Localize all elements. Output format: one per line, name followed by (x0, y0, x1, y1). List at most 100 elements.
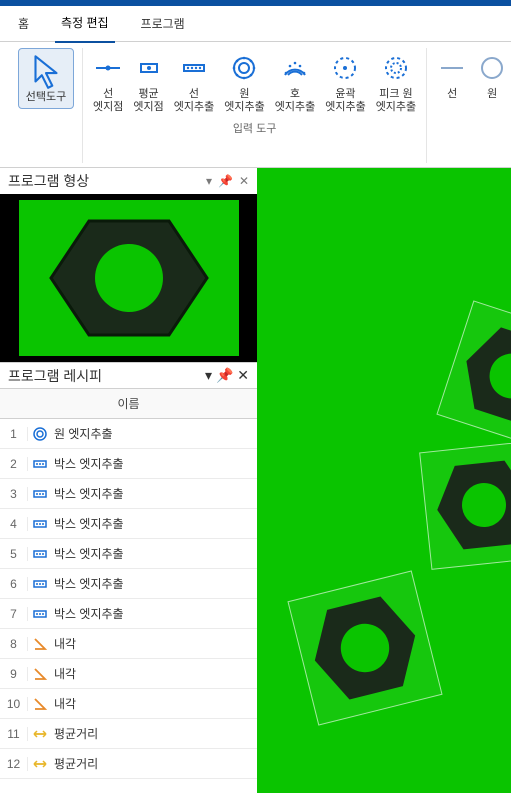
recipe-row-label: 내각 (52, 635, 76, 652)
recipe-row-label: 내각 (52, 695, 76, 712)
ribbon: 선택도구 선 엣지점 평균 엣지점 선 엣지추출 원 엣지추출 (0, 42, 511, 168)
content-area: 프로그램 형상 ▾ 📌 ✕ 프로그램 레시피 ▾ 📌 ✕ 이름 (0, 168, 511, 793)
recipe-row[interactable]: 8 내각 (0, 629, 257, 659)
recipe-row[interactable]: 1 원 엣지추출 (0, 419, 257, 449)
line-edge-point-icon (93, 50, 123, 86)
recipe-row-icon (28, 456, 52, 472)
line-icon (437, 50, 467, 86)
recipe-row[interactable]: 10 내각 (0, 689, 257, 719)
menu-program[interactable]: 프로그램 (135, 5, 191, 42)
line-label: 선 (447, 88, 457, 101)
line-edge-point-tool[interactable]: 선 엣지점 (91, 48, 125, 116)
contour-edge-extract-tool[interactable]: 윤곽 엣지추출 (323, 48, 367, 116)
recipe-row[interactable]: 9 내각 (0, 659, 257, 689)
line-edge-extract-label: 선 엣지추출 (174, 88, 214, 114)
recipe-close-icon[interactable]: ✕ (237, 367, 249, 383)
line-edge-point-label: 선 엣지점 (93, 88, 123, 114)
recipe-pin-icon[interactable]: 📌 (216, 367, 233, 383)
recipe-row-number: 2 (0, 457, 28, 471)
recipe-row-label: 내각 (52, 665, 76, 682)
recipe-row-number: 4 (0, 517, 28, 531)
shape-preview[interactable] (0, 194, 257, 362)
circle-tool[interactable]: 원 (475, 48, 509, 103)
recipe-row-icon (28, 486, 52, 502)
line-edge-extract-icon (179, 50, 209, 86)
recipe-row-label: 박스 엣지추출 (52, 515, 124, 532)
line-edge-extract-tool[interactable]: 선 엣지추출 (172, 48, 216, 116)
recipe-row-number: 7 (0, 607, 28, 621)
program-shape-title: 프로그램 형상 (8, 171, 89, 191)
arc-edge-extract-label: 호 엣지추출 (275, 88, 315, 114)
circle-edge-extract-icon (229, 50, 259, 86)
recipe-row-icon (28, 606, 52, 622)
main-viewer[interactable] (257, 168, 511, 793)
recipe-row[interactable]: 5 박스 엣지추출 (0, 539, 257, 569)
panel-dropdown-icon[interactable]: ▾ (206, 174, 212, 188)
menu-home[interactable]: 홈 (12, 5, 35, 42)
recipe-row-label: 원 엣지추출 (52, 425, 113, 442)
recipe-row[interactable]: 4 박스 엣지추출 (0, 509, 257, 539)
recipe-row-label: 박스 엣지추출 (52, 455, 124, 472)
menu-bar: 홈 측정 편집 프로그램 (0, 6, 511, 42)
recipe-row-number: 1 (0, 427, 28, 441)
recipe-row[interactable]: 2 박스 엣지추출 (0, 449, 257, 479)
recipe-row-label: 박스 엣지추출 (52, 485, 124, 502)
recipe-row-icon (28, 696, 52, 712)
nut-region-1[interactable] (436, 300, 511, 451)
program-shape-panel-head: 프로그램 형상 ▾ 📌 ✕ (0, 168, 257, 194)
contour-edge-extract-label: 윤곽 엣지추출 (325, 88, 365, 114)
recipe-row-number: 10 (0, 697, 28, 711)
nut-region-2[interactable] (419, 440, 511, 570)
ribbon-group-input-caption: 입력 도구 (233, 120, 277, 136)
recipe-row-number: 3 (0, 487, 28, 501)
arc-edge-extract-tool[interactable]: 호 엣지추출 (273, 48, 317, 116)
nut-region-3[interactable] (287, 570, 442, 725)
circle-label: 원 (487, 88, 497, 101)
peak-circle-edge-extract-tool[interactable]: 피크 원 엣지추출 (374, 48, 418, 116)
recipe-row-label: 박스 엣지추출 (52, 545, 124, 562)
recipe-row-number: 6 (0, 577, 28, 591)
recipe-row-number: 8 (0, 637, 28, 651)
recipe-row-icon (28, 546, 52, 562)
recipe-row-label: 평균거리 (52, 725, 98, 742)
recipe-row-label: 박스 엣지추출 (52, 605, 124, 622)
recipe-row-label: 평균거리 (52, 755, 98, 772)
select-tool-label: 선택도구 (26, 91, 66, 104)
left-column: 프로그램 형상 ▾ 📌 ✕ 프로그램 레시피 ▾ 📌 ✕ 이름 (0, 168, 257, 793)
recipe-row-number: 11 (0, 727, 28, 741)
avg-edge-point-label: 평균 엣지점 (133, 88, 163, 114)
avg-edge-point-icon (134, 50, 164, 86)
recipe-row-icon (28, 426, 52, 442)
recipe-list[interactable]: 1원 엣지추출2박스 엣지추출3박스 엣지추출4박스 엣지추출5박스 엣지추출6… (0, 419, 257, 793)
recipe-row[interactable]: 3 박스 엣지추출 (0, 479, 257, 509)
circle-edge-extract-label: 원 엣지추출 (224, 88, 264, 114)
recipe-row[interactable]: 6 박스 엣지추출 (0, 569, 257, 599)
recipe-row-icon (28, 516, 52, 532)
circle-icon (477, 50, 507, 86)
recipe-dropdown-icon[interactable]: ▾ (205, 367, 212, 383)
recipe-row-icon (28, 756, 52, 772)
line-tool[interactable]: 선 (435, 48, 469, 103)
program-recipe-panel-head: 프로그램 레시피 ▾ 📌 ✕ (0, 362, 257, 388)
program-recipe-title: 프로그램 레시피 (8, 366, 102, 386)
recipe-row-number: 12 (0, 757, 28, 771)
recipe-row[interactable]: 12 평균거리 (0, 749, 257, 779)
circle-edge-extract-tool[interactable]: 원 엣지추출 (222, 48, 266, 116)
recipe-row-icon (28, 576, 52, 592)
recipe-row[interactable]: 11 평균거리 (0, 719, 257, 749)
panel-pin-icon[interactable]: 📌 (218, 174, 233, 188)
menu-measure-edit[interactable]: 측정 편집 (55, 4, 115, 43)
select-tool[interactable]: 선택도구 (18, 48, 74, 109)
avg-edge-point-tool[interactable]: 평균 엣지점 (131, 48, 165, 116)
recipe-row-icon (28, 726, 52, 742)
recipe-row-number: 9 (0, 667, 28, 681)
recipe-row-label: 박스 엣지추출 (52, 575, 124, 592)
peak-circle-edge-extract-icon (381, 50, 411, 86)
recipe-row-icon (28, 636, 52, 652)
arc-edge-extract-icon (280, 50, 310, 86)
recipe-row-number: 5 (0, 547, 28, 561)
preview-nut-icon (49, 203, 209, 353)
recipe-row[interactable]: 7 박스 엣지추출 (0, 599, 257, 629)
peak-circle-edge-extract-label: 피크 원 엣지추출 (376, 88, 416, 114)
panel-close-icon[interactable]: ✕ (239, 174, 249, 188)
